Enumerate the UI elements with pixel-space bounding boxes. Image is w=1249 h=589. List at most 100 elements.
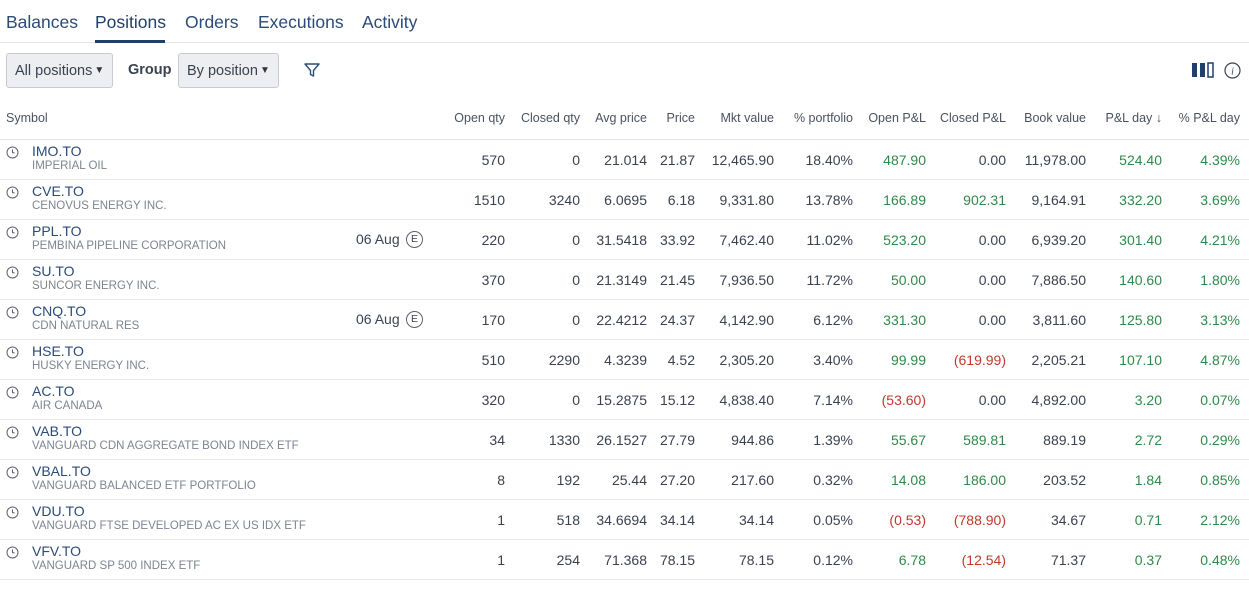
columns-icon[interactable] [1191, 62, 1215, 78]
col-avg-price[interactable]: Avg price [595, 111, 647, 125]
symbol-link[interactable]: IMO.TO [32, 143, 82, 159]
symbol-link[interactable]: VDU.TO [32, 503, 85, 519]
clock-icon[interactable] [6, 426, 19, 439]
table-row[interactable]: HSE.TO HUSKY ENERGY INC. 510 2290 4.3239 4.52… [0, 340, 1249, 380]
book-value-cell: 71.37 [1050, 552, 1086, 568]
pl-day-cell: 332.20 [1119, 192, 1162, 208]
table-row[interactable]: PPL.TO PEMBINA PIPELINE CORPORATION 06 Aug… [0, 220, 1249, 260]
group-by-value: By position [187, 62, 258, 79]
price-cell: 24.37 [659, 312, 695, 328]
tab-executions[interactable]: Executions [258, 12, 344, 33]
positions-filter-select[interactable]: All positions ▼ [6, 53, 113, 88]
table-row[interactable]: VDU.TO VANGUARD FTSE DEVELOPED AC EX US I… [0, 500, 1249, 540]
earnings-badge-icon[interactable]: E [406, 231, 423, 248]
pl-day-cell: 2.72 [1134, 432, 1162, 448]
col-closed-pl[interactable]: Closed P&L [940, 111, 1006, 125]
col-open-pl[interactable]: Open P&L [868, 111, 926, 125]
clock-icon[interactable] [6, 546, 19, 559]
avg-price-cell: 25.44 [611, 472, 647, 488]
symbol-link[interactable]: PPL.TO [32, 223, 82, 239]
tab-bar: Balances Positions Orders Executions Act… [0, 0, 1249, 43]
col-pct-pl-day[interactable]: % P&L day [1179, 111, 1240, 125]
symbol-link[interactable]: VAB.TO [32, 423, 82, 439]
col-open-qty[interactable]: Open qty [454, 111, 505, 125]
price-cell: 27.20 [659, 472, 695, 488]
pct-portfolio-cell: 6.12% [813, 312, 853, 328]
table-row[interactable]: VFV.TO VANGUARD SP 500 INDEX ETF 1 254 71.36… [0, 540, 1249, 580]
symbol-description: IMPERIAL OIL [32, 160, 107, 172]
open-pl-cell: 523.20 [883, 232, 926, 248]
pct-pl-day-cell: 0.48% [1200, 552, 1240, 568]
filter-icon[interactable] [303, 61, 321, 79]
clock-icon[interactable] [6, 506, 19, 519]
tab-positions[interactable]: Positions [95, 12, 166, 33]
symbol-link[interactable]: CNQ.TO [32, 303, 86, 319]
pct-portfolio-cell: 18.40% [805, 152, 853, 168]
svg-text:i: i [1231, 67, 1234, 78]
price-cell: 27.79 [659, 432, 695, 448]
open-pl-cell: 487.90 [883, 152, 926, 168]
clock-icon[interactable] [6, 266, 19, 279]
pl-day-cell: 107.10 [1119, 352, 1162, 368]
closed-pl-cell: 0.00 [978, 392, 1006, 408]
price-cell: 21.45 [659, 272, 695, 288]
table-row[interactable]: VAB.TO VANGUARD CDN AGGREGATE BOND INDEX … [0, 420, 1249, 460]
open-pl-cell: 99.99 [890, 352, 926, 368]
symbol-link[interactable]: VFV.TO [32, 543, 81, 559]
mkt-value-cell: 4,838.40 [719, 392, 775, 408]
info-icon[interactable]: i [1224, 62, 1241, 79]
mkt-value-cell: 78.15 [738, 552, 774, 568]
table-row[interactable]: CVE.TO CENOVUS ENERGY INC. 1510 3240 6.0695 6… [0, 180, 1249, 220]
col-book-value[interactable]: Book value [1024, 111, 1086, 125]
symbol-description: CDN NATURAL RES [32, 320, 140, 332]
avg-price-cell: 31.5418 [596, 232, 647, 248]
tab-activity[interactable]: Activity [362, 12, 417, 33]
clock-icon[interactable] [6, 146, 19, 159]
symbol-link[interactable]: AC.TO [32, 383, 75, 399]
clock-icon[interactable] [6, 346, 19, 359]
closed-qty-cell: 254 [556, 552, 580, 568]
chevron-down-icon: ▼ [94, 65, 105, 76]
col-price[interactable]: Price [667, 111, 695, 125]
tab-orders[interactable]: Orders [185, 12, 238, 33]
earnings-badge-icon[interactable]: E [406, 311, 423, 328]
table-row[interactable]: VBAL.TO VANGUARD BALANCED ETF PORTFOLIO 8 1… [0, 460, 1249, 500]
closed-pl-cell: (788.90) [953, 512, 1006, 528]
pct-portfolio-cell: 1.39% [813, 432, 853, 448]
pct-pl-day-cell: 0.07% [1200, 392, 1240, 408]
pl-day-cell: 3.20 [1134, 392, 1162, 408]
open-qty-cell: 510 [481, 352, 505, 368]
mkt-value-cell: 2,305.20 [719, 352, 775, 368]
symbol-link[interactable]: HSE.TO [32, 343, 84, 359]
table-row[interactable]: SU.TO SUNCOR ENERGY INC. 370 0 21.3149 21.45 7… [0, 260, 1249, 300]
positions-filter-value: All positions [15, 62, 93, 79]
book-value-cell: 203.52 [1043, 472, 1086, 488]
open-pl-cell: 166.89 [883, 192, 926, 208]
clock-icon[interactable] [6, 386, 19, 399]
col-symbol[interactable]: Symbol [6, 111, 48, 125]
table-row[interactable]: CNQ.TO CDN NATURAL RES 06 Aug E 170 0 22.4212 2… [0, 300, 1249, 340]
symbol-description: VANGUARD FTSE DEVELOPED AC EX US IDX ETF [32, 520, 306, 532]
open-qty-cell: 8 [497, 472, 505, 488]
tab-balances[interactable]: Balances [6, 12, 78, 33]
clock-icon[interactable] [6, 466, 19, 479]
col-mkt-value[interactable]: Mkt value [721, 111, 775, 125]
closed-qty-cell: 518 [556, 512, 580, 528]
col-pl-day[interactable]: P&L day ↓ [1105, 111, 1162, 125]
open-qty-cell: 570 [481, 152, 505, 168]
book-value-cell: 6,939.20 [1031, 232, 1087, 248]
symbol-link[interactable]: CVE.TO [32, 183, 84, 199]
col-pct-portfolio[interactable]: % portfolio [794, 111, 853, 125]
table-row[interactable]: IMO.TO IMPERIAL OIL 570 0 21.014 21.87 12,465.… [0, 140, 1249, 180]
symbol-link[interactable]: VBAL.TO [32, 463, 91, 479]
closed-pl-cell: (619.99) [953, 352, 1006, 368]
clock-icon[interactable] [6, 226, 19, 239]
col-closed-qty[interactable]: Closed qty [521, 111, 580, 125]
clock-icon[interactable] [6, 306, 19, 319]
group-by-select[interactable]: By position ▼ [178, 53, 279, 88]
price-cell: 15.12 [659, 392, 695, 408]
symbol-link[interactable]: SU.TO [32, 263, 75, 279]
table-row[interactable]: AC.TO AIR CANADA 320 0 15.2875 15.12 4,838.40 7… [0, 380, 1249, 420]
price-cell: 21.87 [659, 152, 695, 168]
clock-icon[interactable] [6, 186, 19, 199]
